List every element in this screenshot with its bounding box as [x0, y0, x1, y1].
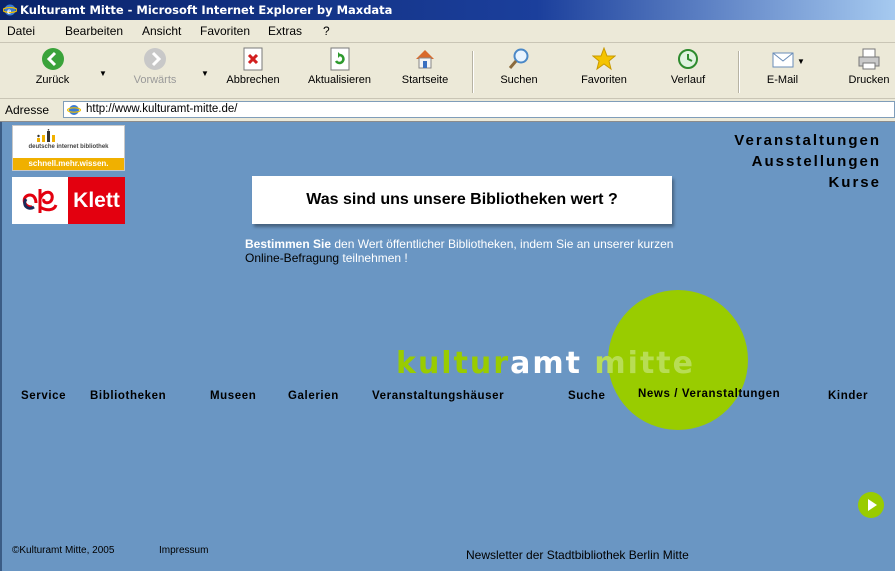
menu-help[interactable]: ?	[323, 24, 330, 38]
window-titlebar: e Kulturamt Mitte - Microsoft Internet E…	[0, 0, 895, 20]
link-kurse[interactable]: Kurse	[734, 172, 881, 193]
survey-text: Bestimmen Sie den Wert öffentlicher Bibl…	[245, 237, 675, 265]
favorites-button[interactable]: Favoriten	[574, 47, 634, 95]
klett-symbol	[12, 177, 68, 224]
toolbar: Zurück ▼ Vorwärts ▼ Abbrechen Aktualisie…	[0, 43, 895, 99]
nav-service[interactable]: Service	[21, 390, 66, 402]
menu-bearbeiten[interactable]: Bearbeiten	[65, 24, 123, 38]
nav-bibliotheken[interactable]: Bibliotheken	[90, 390, 166, 402]
address-bar: Adresse http://www.kulturamt-mitte.de/	[0, 99, 895, 122]
address-label: Adresse	[5, 103, 50, 117]
klett-wordmark: Klett	[68, 177, 125, 224]
forward-dropdown-icon[interactable]: ▼	[201, 69, 209, 78]
history-button[interactable]: Verlauf	[664, 47, 712, 95]
link-ausstellungen[interactable]: Ausstellungen	[734, 151, 881, 172]
back-dropdown-icon[interactable]: ▼	[99, 69, 107, 78]
refresh-button[interactable]: Aktualisieren	[302, 47, 377, 95]
page-content: deutsche internet bibliothek schnell.meh…	[0, 122, 895, 571]
forward-button[interactable]: Vorwärts	[125, 47, 185, 95]
menu-bar: Datei Bearbeiten Ansicht Favoriten Extra…	[0, 20, 895, 43]
mail-label: E-Mail	[766, 74, 799, 86]
nav-kinder[interactable]: Kinder	[828, 390, 868, 402]
stop-icon	[243, 47, 263, 71]
address-url: http://www.kulturamt-mitte.de/	[86, 103, 238, 115]
menu-ansicht[interactable]: Ansicht	[142, 24, 181, 38]
ie-icon: e	[3, 4, 17, 16]
refresh-icon	[330, 47, 349, 71]
nav-veranstaltungshaeuser[interactable]: Veranstaltungshäuser	[372, 390, 504, 402]
top-links: Veranstaltungen Ausstellungen Kurse	[734, 130, 881, 193]
mail-button[interactable]: E-Mail	[760, 47, 805, 95]
survey-bold: Bestimmen Sie	[245, 237, 332, 251]
home-button[interactable]: Startseite	[394, 47, 456, 95]
kulturamt-logo[interactable]: kulturamt mitte	[396, 346, 695, 381]
logo-part-mitte: mitte	[581, 346, 695, 381]
dib-logo-text: deutsche internet bibliothek	[28, 144, 109, 150]
logo-part-kultur: kultur	[396, 346, 511, 381]
footer-newsletter[interactable]: Newsletter der Stadtbibliothek Berlin Mi…	[466, 548, 689, 562]
footer-copyright: ©Kulturamt Mitte, 2005	[12, 545, 115, 556]
favorites-label: Favoriten	[581, 74, 627, 86]
dib-tagline: schnell.mehr.wissen.	[13, 158, 124, 170]
toolbar-separator	[472, 51, 474, 93]
mail-dropdown-icon[interactable]: ▼	[797, 57, 805, 66]
klett-logo[interactable]: Klett	[12, 177, 125, 224]
nav-suche[interactable]: Suche	[568, 390, 606, 402]
svg-text:e: e	[7, 6, 11, 16]
home-icon	[416, 50, 434, 69]
survey-text-2: teilnehmen !	[339, 251, 408, 265]
print-label: Drucken	[848, 74, 890, 86]
dib-logo[interactable]: deutsche internet bibliothek schnell.meh…	[12, 125, 125, 171]
menu-datei[interactable]: Datei	[7, 24, 35, 38]
print-icon	[858, 48, 880, 70]
search-button[interactable]: Suchen	[493, 47, 545, 95]
back-arrow-icon	[41, 48, 64, 70]
print-button[interactable]: Drucken	[843, 47, 895, 95]
nav-galerien[interactable]: Galerien	[288, 390, 339, 402]
refresh-label: Aktualisieren	[308, 74, 371, 86]
logo-part-amt: amt	[510, 346, 582, 381]
survey-link[interactable]: Online-Befragung	[245, 251, 339, 265]
forward-label: Vorwärts	[133, 74, 177, 86]
stop-label: Abbrechen	[226, 74, 280, 86]
search-icon	[508, 48, 529, 69]
nav-museen[interactable]: Museen	[210, 390, 256, 402]
stop-button[interactable]: Abbrechen	[219, 47, 287, 95]
history-label: Verlauf	[670, 74, 706, 86]
menu-extras[interactable]: Extras	[268, 24, 302, 38]
toolbar-separator-2	[738, 51, 740, 93]
link-veranstaltungen[interactable]: Veranstaltungen	[734, 130, 881, 151]
home-label: Startseite	[401, 74, 449, 86]
dib-dots-icon	[37, 129, 55, 142]
back-button[interactable]: Zurück	[25, 47, 80, 95]
forward-arrow-icon	[144, 48, 166, 70]
menu-favoriten[interactable]: Favoriten	[200, 24, 250, 38]
play-button[interactable]	[858, 492, 884, 518]
survey-text-1: den Wert öffentlicher Bibliotheken, inde…	[331, 237, 674, 251]
window-title: Kulturamt Mitte - Microsoft Internet Exp…	[20, 3, 393, 17]
favorites-star-icon	[592, 47, 616, 71]
address-input[interactable]: http://www.kulturamt-mitte.de/	[63, 101, 895, 118]
play-icon	[868, 499, 877, 511]
footer-impressum-link[interactable]: Impressum	[159, 545, 208, 556]
nav-news-veranstaltungen[interactable]: News / Veranstaltungen	[638, 388, 780, 400]
survey-banner[interactable]: Was sind uns unsere Bibliotheken wert ?	[252, 176, 672, 224]
search-label: Suchen	[500, 74, 538, 86]
page-ie-icon	[67, 103, 81, 117]
mail-icon	[772, 52, 793, 68]
klett-clover-icon	[22, 189, 58, 213]
history-icon	[678, 49, 698, 69]
back-label: Zurück	[35, 74, 70, 86]
